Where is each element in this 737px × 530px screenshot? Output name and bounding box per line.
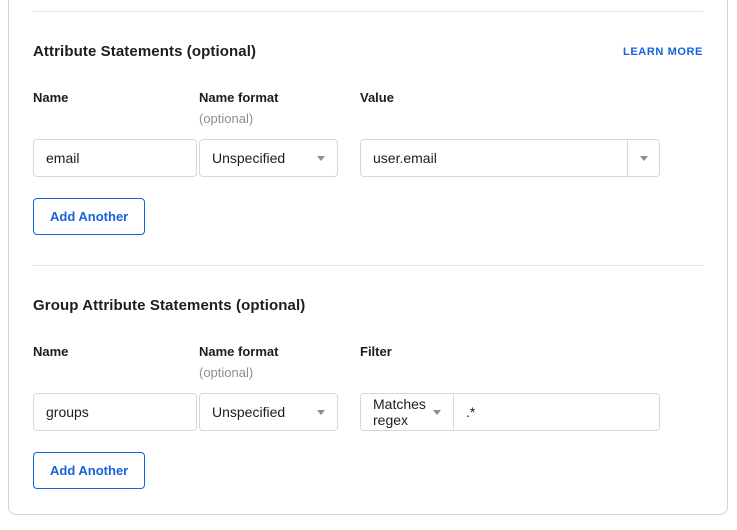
add-another-group-attribute-button[interactable]: Add Another [33,452,145,489]
attribute-name-format-select[interactable]: Unspecified [199,139,338,177]
group-name-format-column-label: Name format (optional) [199,344,360,380]
filter-column-label: Filter [360,344,703,380]
section-divider [33,265,703,266]
group-filter-type-select[interactable]: Matches regex [361,394,454,430]
top-divider [33,11,703,12]
learn-more-link[interactable]: LEARN MORE [623,46,703,58]
name-format-column-label: Name format (optional) [199,90,360,126]
group-attribute-statements-title: Group Attribute Statements (optional) [33,297,305,314]
group-filter-combo: Matches regex [360,393,660,431]
group-name-input[interactable] [33,393,197,431]
group-filter-value-input[interactable] [454,394,659,430]
name-column-label: Name [33,90,199,126]
attribute-name-format-selected: Unspecified [212,150,285,166]
group-attribute-statement-row: Unspecified Matches regex [33,393,703,431]
add-another-attribute-button[interactable]: Add Another [33,198,145,235]
name-format-label-text: Name format [199,90,278,105]
group-columns-labels: Name Name format (optional) Filter [33,344,703,380]
value-column-label: Value [360,90,703,126]
attribute-columns-labels: Name Name format (optional) Value [33,90,703,126]
group-name-format-selected: Unspecified [212,404,285,420]
chevron-down-icon [317,410,325,415]
group-name-format-optional-label: (optional) [199,365,360,380]
attribute-statements-title: Attribute Statements (optional) [33,43,256,60]
group-filter-type-selected: Matches regex [373,396,433,428]
attribute-value-input[interactable] [361,140,627,176]
chevron-down-icon [317,156,325,161]
chevron-down-icon [640,156,648,161]
name-format-optional-label: (optional) [199,111,360,126]
attribute-statements-header: Attribute Statements (optional) LEARN MO… [33,43,703,60]
attribute-value-dropdown-button[interactable] [627,140,659,176]
settings-card: Attribute Statements (optional) LEARN MO… [8,0,728,515]
attribute-value-combo [360,139,660,177]
chevron-down-icon [433,410,441,415]
attribute-name-input[interactable] [33,139,197,177]
group-name-format-label-text: Name format [199,344,278,359]
group-name-column-label: Name [33,344,199,380]
attribute-statement-row: Unspecified [33,139,703,177]
group-attribute-statements-header: Group Attribute Statements (optional) [33,297,703,314]
group-name-format-select[interactable]: Unspecified [199,393,338,431]
